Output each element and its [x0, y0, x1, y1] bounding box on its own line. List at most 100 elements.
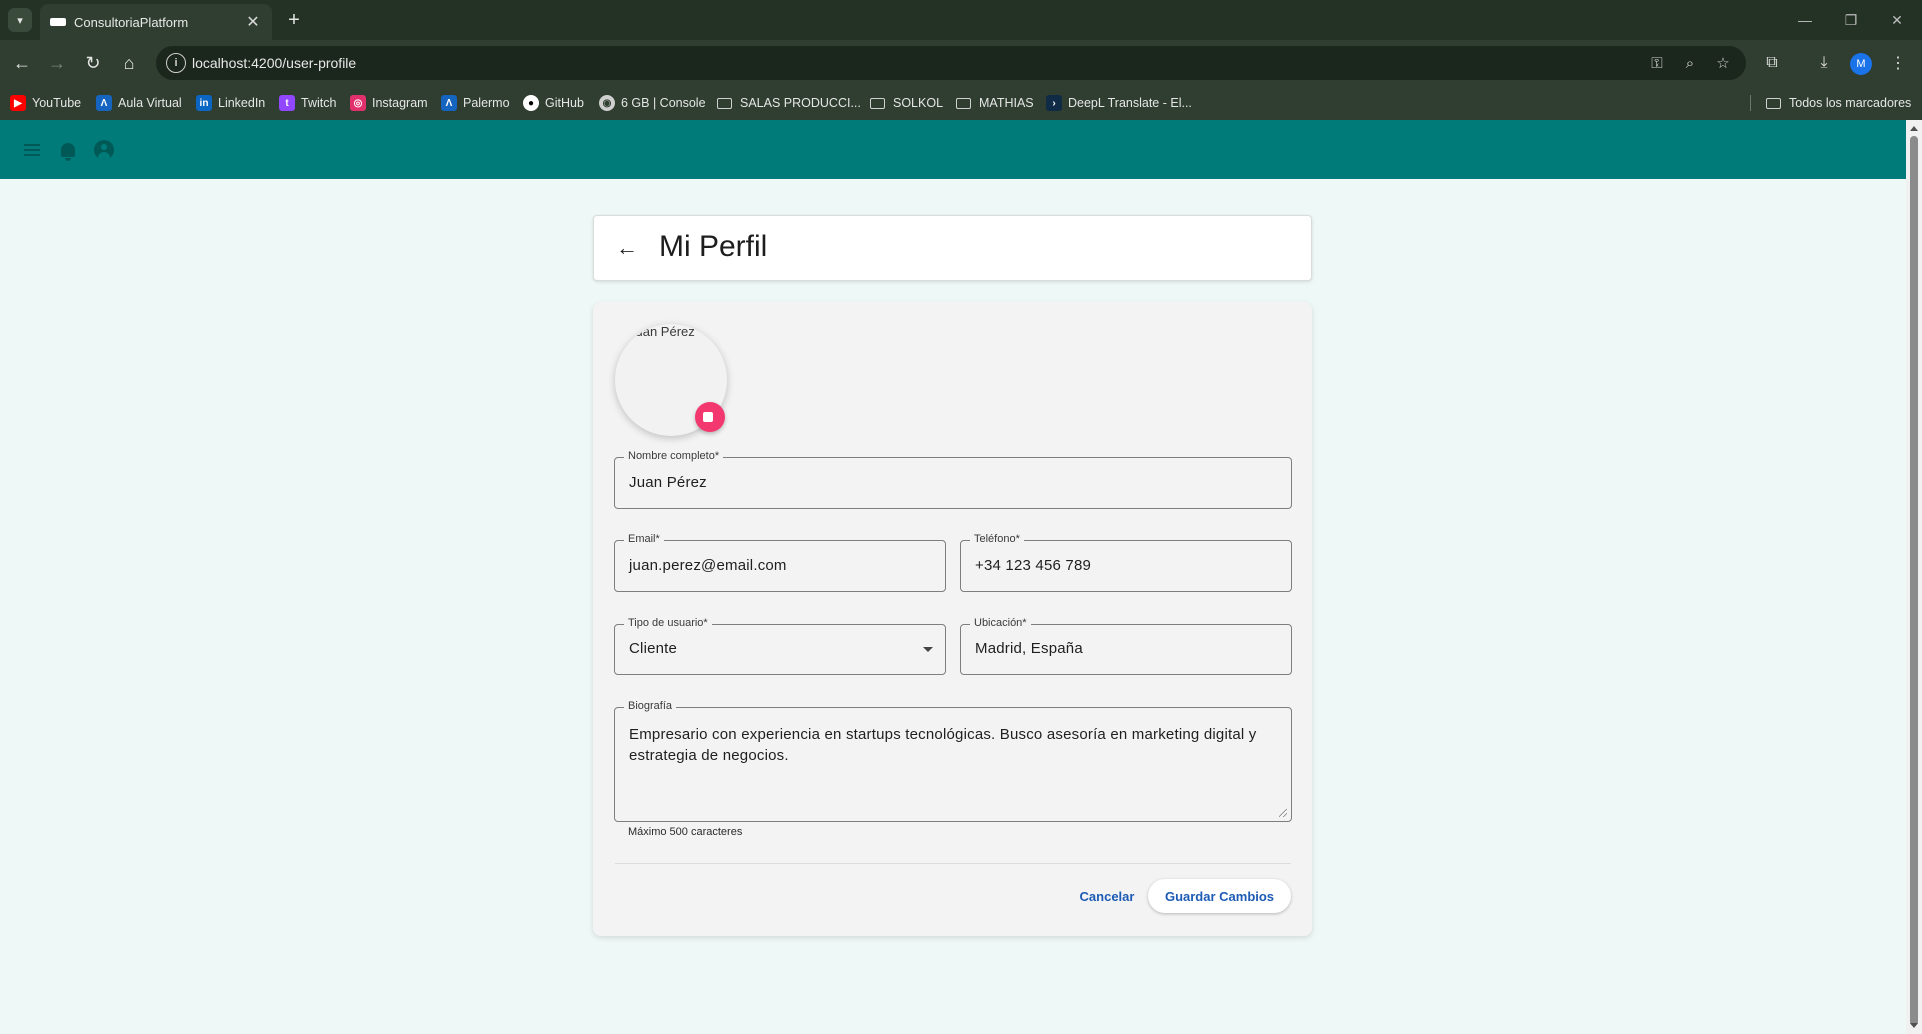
- bookmark-star-icon[interactable]: ☆: [1712, 52, 1734, 74]
- full-name-field[interactable]: Nombre completo* Juan Pérez: [614, 450, 1292, 509]
- bookmark-label: SALAS PRODUCCI...: [740, 96, 861, 110]
- palermo-icon: Λ: [441, 95, 457, 111]
- bookmark-twitch[interactable]: t Twitch: [279, 86, 336, 120]
- phone-input[interactable]: +34 123 456 789: [975, 557, 1091, 574]
- edit-photo-icon[interactable]: [695, 402, 725, 432]
- page-scrollbar[interactable]: [1906, 120, 1922, 1034]
- user-type-select[interactable]: Tipo de usuario* Cliente: [614, 617, 946, 675]
- profile-form-card: Juan Pérez Nombre completo* Juan Pérez E…: [593, 302, 1312, 936]
- forward-arrow-icon[interactable]: →: [43, 49, 71, 77]
- page-title: Mi Perfil: [659, 230, 768, 263]
- download-icon[interactable]: ⤓: [1810, 49, 1838, 77]
- bookmark-youtube[interactable]: ▶ YouTube: [10, 86, 81, 120]
- url-text[interactable]: localhost:4200/user-profile: [192, 55, 356, 71]
- browser-tabstrip: ▾ ConsultoriaPlatform ✕ + — ❐ ✕: [0, 0, 1922, 40]
- scroll-thumb[interactable]: [1910, 136, 1918, 1026]
- cancel-button[interactable]: Cancelar: [1073, 879, 1141, 913]
- youtube-icon: ▶: [10, 95, 26, 111]
- location-label: Ubicación*: [970, 617, 1031, 629]
- all-bookmarks-label: Todos los marcadores: [1789, 96, 1912, 110]
- globe-icon: ◉: [599, 95, 615, 111]
- phone-field[interactable]: Teléfono* +34 123 456 789: [960, 533, 1292, 592]
- restore-icon[interactable]: ❐: [1836, 8, 1866, 32]
- save-changes-button[interactable]: Guardar Cambios: [1148, 879, 1291, 913]
- profile-avatar[interactable]: M: [1850, 53, 1872, 75]
- bookmark-deepl[interactable]: › DeepL Translate - El...: [1046, 86, 1192, 120]
- app-header: [0, 120, 1906, 179]
- tab-title: ConsultoriaPlatform: [74, 14, 189, 30]
- deepl-icon: ›: [1046, 95, 1062, 111]
- folder-icon: [870, 97, 885, 109]
- bookmark-label: LinkedIn: [218, 96, 266, 110]
- location-field[interactable]: Ubicación* Madrid, España: [960, 617, 1292, 675]
- menu-icon[interactable]: [20, 138, 44, 162]
- bookmark-label: Aula Virtual: [118, 96, 182, 110]
- bookmarks-bar: ▶ YouTube Λ Aula Virtual in LinkedIn t T…: [0, 86, 1922, 120]
- email-field[interactable]: Email* juan.perez@email.com: [614, 533, 946, 592]
- notifications-bell-icon[interactable]: [56, 138, 80, 162]
- address-bar[interactable]: i localhost:4200/user-profile ⚿ ⌕ ☆: [156, 46, 1746, 80]
- instagram-icon: ◎: [350, 95, 366, 111]
- bookmark-folder-mathias[interactable]: MATHIAS: [956, 86, 1034, 120]
- tab-close-icon[interactable]: ✕: [244, 12, 262, 32]
- browser-tab[interactable]: ConsultoriaPlatform ✕: [40, 4, 272, 40]
- more-menu-icon[interactable]: ⋮: [1884, 49, 1912, 77]
- linkedin-icon: in: [196, 95, 212, 111]
- bookmarks-divider: [1750, 95, 1751, 111]
- bio-label: Biografía: [624, 700, 677, 712]
- profile-title-card: ← Mi Perfil: [593, 215, 1312, 281]
- bookmark-label: Twitch: [301, 96, 337, 110]
- scroll-down-arrow-icon[interactable]: [1910, 1023, 1918, 1028]
- aula-virtual-icon: Λ: [96, 95, 112, 111]
- full-name-input[interactable]: Juan Pérez: [629, 474, 707, 491]
- new-tab-plus-icon[interactable]: +: [282, 8, 306, 32]
- location-input[interactable]: Madrid, España: [975, 640, 1083, 657]
- home-icon[interactable]: ⌂: [115, 49, 143, 77]
- bookmark-palermo[interactable]: Λ Palermo: [441, 86, 510, 120]
- user-type-value[interactable]: Cliente: [629, 640, 677, 657]
- bookmark-aula-virtual[interactable]: Λ Aula Virtual: [96, 86, 182, 120]
- back-arrow-icon[interactable]: ←: [8, 49, 36, 77]
- tab-favicon-icon: [50, 18, 66, 26]
- password-key-icon[interactable]: ⚿: [1646, 52, 1668, 74]
- minimize-icon[interactable]: —: [1790, 8, 1820, 32]
- github-icon: ●: [523, 95, 539, 111]
- reload-icon[interactable]: ↻: [79, 49, 107, 77]
- folder-icon: [1766, 97, 1781, 109]
- email-label: Email*: [624, 533, 664, 545]
- bookmark-folder-solkol[interactable]: SOLKOL: [870, 86, 943, 120]
- bookmark-github[interactable]: ● GitHub: [523, 86, 584, 120]
- scroll-up-arrow-icon[interactable]: [1910, 126, 1918, 131]
- bookmark-linkedin[interactable]: in LinkedIn: [196, 86, 265, 120]
- bookmark-label: Palermo: [463, 96, 510, 110]
- extensions-icon[interactable]: ⧉: [1758, 49, 1786, 77]
- bookmark-console[interactable]: ◉ 6 GB | Console: [599, 86, 706, 120]
- site-info-icon[interactable]: i: [166, 53, 186, 73]
- bookmark-label: YouTube: [32, 96, 82, 110]
- zoom-icon[interactable]: ⌕: [1679, 52, 1701, 74]
- bookmark-label: Instagram: [372, 96, 428, 110]
- dropdown-arrow-icon[interactable]: [923, 647, 933, 652]
- bio-field[interactable]: Biografía Empresario con experiencia en …: [614, 700, 1292, 822]
- browser-toolbar: ← → ↻ ⌂ i localhost:4200/user-profile ⚿ …: [0, 40, 1922, 86]
- twitch-icon: t: [279, 95, 295, 111]
- folder-icon: [717, 97, 732, 109]
- bookmark-label: SOLKOL: [893, 96, 944, 110]
- avatar-alt-text: Juan Pérez: [629, 324, 695, 339]
- bookmark-folder-salas[interactable]: SALAS PRODUCCI...: [717, 86, 861, 120]
- account-circle-icon[interactable]: [92, 138, 116, 162]
- bio-textarea[interactable]: Empresario con experiencia en startups t…: [629, 724, 1261, 766]
- close-window-icon[interactable]: ✕: [1882, 8, 1912, 32]
- bio-hint: Máximo 500 caracteres: [628, 826, 743, 838]
- bookmark-label: DeepL Translate - El...: [1068, 96, 1192, 110]
- all-bookmarks-folder[interactable]: Todos los marcadores: [1766, 86, 1911, 120]
- bookmark-label: MATHIAS: [979, 96, 1034, 110]
- back-arrow-icon[interactable]: ←: [612, 233, 642, 263]
- bookmark-label: 6 GB | Console: [621, 96, 706, 110]
- email-input[interactable]: juan.perez@email.com: [629, 557, 787, 574]
- phone-label: Teléfono*: [970, 533, 1024, 545]
- full-name-label: Nombre completo*: [624, 450, 724, 462]
- bookmark-instagram[interactable]: ◎ Instagram: [350, 86, 428, 120]
- tab-search-chevron-icon[interactable]: ▾: [8, 8, 32, 32]
- resize-handle-icon[interactable]: [1279, 809, 1287, 817]
